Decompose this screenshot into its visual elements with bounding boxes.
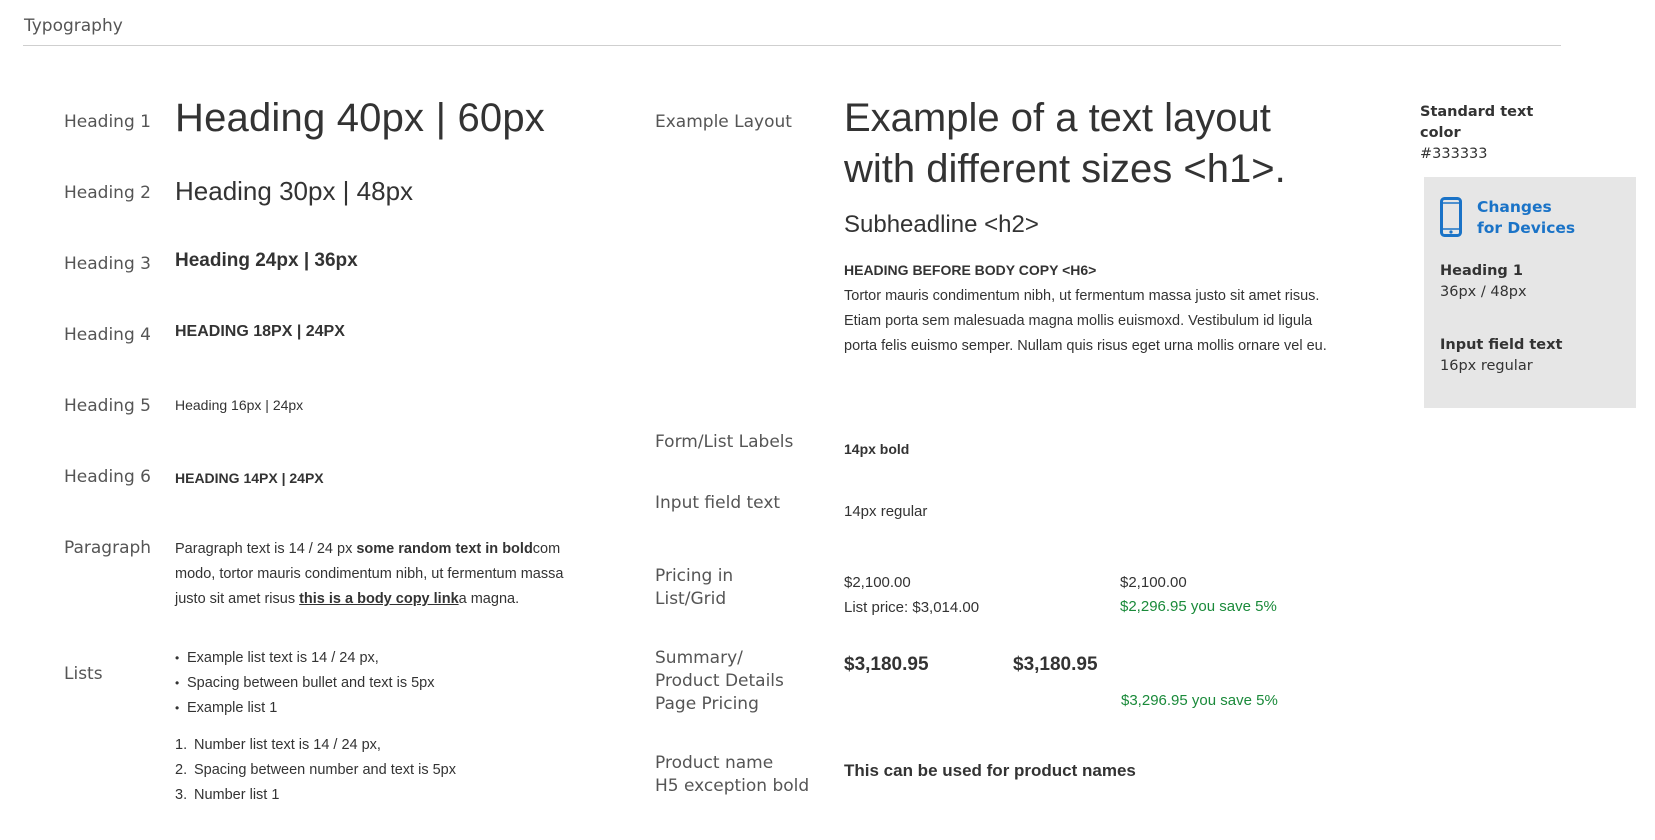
list-item: 2. Spacing between number and text is 5px	[175, 758, 456, 783]
bullet-list: Example list text is 14 / 24 px, Spacing…	[175, 646, 434, 721]
sample-heading-3: Heading 24px | 36px	[175, 250, 358, 271]
list-item: Spacing between bullet and text is 5px	[175, 671, 434, 696]
label-heading-6: Heading 6	[64, 467, 151, 487]
page-title: Typography	[24, 16, 123, 36]
devices-input-label: Input field text	[1440, 337, 1563, 353]
label-example-layout: Example Layout	[655, 112, 792, 132]
example-body: Tortor mauris condimentum nibh, ut ferme…	[844, 288, 1327, 354]
label-input-field-text: Input field text	[655, 493, 781, 513]
list-price-b: $2,100.00	[1120, 574, 1187, 591]
label-heading-2: Heading 2	[64, 183, 151, 203]
product-name-sample: This can be used for product names	[844, 761, 1136, 780]
devices-input-value: 16px regular	[1440, 358, 1533, 374]
sample-heading-6: Heading 14px | 24px	[175, 470, 324, 486]
number-list: 1. Number list text is 14 / 24 px, 2. Spac…	[175, 733, 456, 808]
example-h6: Heading before body copy <h6>	[844, 262, 1097, 278]
list-price-a: $2,100.00	[844, 574, 911, 591]
list-item-text: Number list text is 14 / 24 px,	[194, 737, 381, 753]
summary-price-a: $3,180.95	[844, 654, 929, 675]
sample-heading-4: Heading 18px | 24px	[175, 323, 345, 340]
standard-color-title-2: color	[1420, 125, 1461, 141]
label-pricing-list-2: List/Grid	[655, 589, 727, 609]
list-number: 2.	[175, 762, 188, 778]
summary-savings: $3,296.95 you save 5%	[1121, 692, 1278, 709]
list-item: Example list text is 14 / 24 px,	[175, 646, 434, 671]
list-item-text: Spacing between number and text is 5px	[194, 762, 456, 778]
list-number: 1.	[175, 737, 188, 753]
devices-h1-label: Heading 1	[1440, 263, 1523, 279]
list-item-text: Number list 1	[194, 787, 280, 803]
label-paragraph: Paragraph	[64, 538, 152, 558]
paragraph-text: Paragraph text is 14 / 24 px	[175, 541, 357, 557]
label-product-name-1: Product name	[655, 753, 774, 773]
devices-panel: Changes for Devices Heading 1 36px / 48p…	[1424, 177, 1636, 408]
list-number: 3.	[175, 787, 188, 803]
label-heading-5: Heading 5	[64, 396, 151, 416]
smartphone-icon	[1440, 197, 1462, 242]
paragraph-bold-text: some random text in bold	[356, 541, 533, 557]
list-item: 1. Number list text is 14 / 24 px,	[175, 733, 456, 758]
example-h1: Example of a text layout with different …	[844, 96, 1286, 191]
label-form-list-labels: Form/List Labels	[655, 432, 794, 452]
list-item: 3. Number list 1	[175, 783, 456, 808]
paragraph-text-end: a magna.	[458, 591, 520, 607]
standard-color-value: #333333	[1420, 146, 1488, 162]
label-summary-1: Summary/	[655, 648, 743, 668]
sample-heading-5: Heading 16px | 24px	[175, 397, 304, 413]
standard-color-title-1: Standard text	[1420, 104, 1534, 120]
example-h2: Subheadline <h2>	[844, 211, 1039, 238]
label-product-name-2: H5 exception bold	[655, 776, 810, 796]
sample-heading-1: Heading 40px | 60px	[175, 96, 546, 140]
title-divider	[23, 45, 1561, 46]
label-heading-3: Heading 3	[64, 254, 151, 274]
label-pricing-list-1: Pricing in	[655, 566, 734, 586]
label-heading-1: Heading 1	[64, 112, 151, 132]
devices-title-1: Changes	[1477, 198, 1552, 216]
label-summary-3: Page Pricing	[655, 694, 759, 714]
sample-paragraph: Paragraph text is 14 / 24 px some random…	[175, 537, 595, 612]
label-lists: Lists	[64, 664, 103, 684]
body-copy-link[interactable]: this is a body copy link	[299, 591, 459, 607]
input-text-sample: 14px regular	[844, 503, 928, 520]
summary-price-b: $3,180.95	[1013, 654, 1098, 675]
list-item: Example list 1	[175, 696, 434, 721]
list-savings: $2,296.95 you save 5%	[1120, 598, 1277, 615]
form-label-sample: 14px bold	[844, 441, 910, 457]
list-price-original: List price: $3,014.00	[844, 599, 980, 616]
devices-title-2: for Devices	[1477, 219, 1576, 237]
devices-h1-value: 36px / 48px	[1440, 284, 1527, 300]
sample-heading-2: Heading 30px | 48px	[175, 176, 414, 206]
label-summary-2: Product Details	[655, 671, 784, 691]
label-heading-4: Heading 4	[64, 325, 151, 345]
